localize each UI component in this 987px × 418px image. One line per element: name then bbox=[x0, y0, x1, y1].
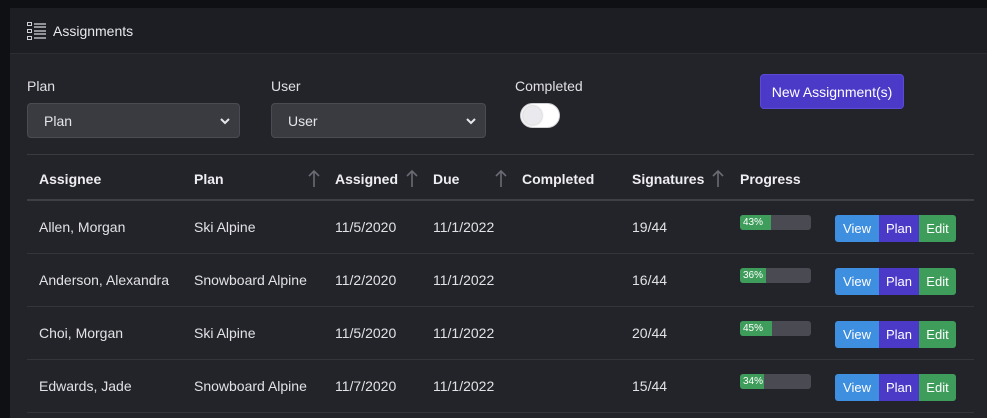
completed-filter-label: Completed bbox=[515, 78, 583, 94]
window-left-edge bbox=[0, 0, 10, 418]
assigned-date-cell: 11/5/2020 bbox=[335, 219, 397, 235]
user-filter-label: User bbox=[271, 78, 301, 94]
sort-arrow-icon[interactable] bbox=[308, 169, 320, 189]
column-header-signatures[interactable]: Signatures bbox=[632, 171, 704, 187]
progress-fill: 34% bbox=[740, 374, 765, 389]
view-button[interactable]: View bbox=[835, 268, 879, 295]
column-header-completed[interactable]: Completed bbox=[522, 171, 594, 187]
due-date-cell: 11/1/2022 bbox=[433, 378, 495, 394]
assignee-cell: Anderson, Alexandra bbox=[39, 272, 169, 288]
view-button[interactable]: View bbox=[835, 374, 879, 401]
plan-filter-label: Plan bbox=[27, 78, 56, 94]
due-date-cell: 11/1/2022 bbox=[433, 325, 495, 341]
due-date-cell: 11/1/2022 bbox=[433, 219, 495, 235]
progress-bar: 45% bbox=[740, 321, 811, 336]
edit-button[interactable]: Edit bbox=[919, 215, 956, 242]
completed-toggle[interactable] bbox=[520, 103, 560, 128]
sort-arrow-icon[interactable] bbox=[712, 169, 724, 189]
chevron-down-icon bbox=[220, 118, 230, 125]
plan-select[interactable]: Plan bbox=[27, 103, 240, 138]
user-select-value: User bbox=[288, 112, 318, 129]
progress-bar: 34% bbox=[740, 374, 811, 389]
plan-cell: Snowboard Alpine bbox=[194, 378, 307, 394]
assignments-card: Assignments Plan Plan User User Complete… bbox=[10, 8, 987, 418]
column-header-assigned[interactable]: Assigned bbox=[335, 171, 398, 187]
sort-arrow-icon[interactable] bbox=[406, 169, 418, 189]
progress-fill: 43% bbox=[740, 215, 771, 230]
assignments-table: Assignee Plan Assigned Due Completed Sig… bbox=[27, 154, 974, 413]
chevron-down-icon bbox=[466, 118, 476, 125]
edit-button[interactable]: Edit bbox=[919, 374, 956, 401]
assigned-date-cell: 11/2/2020 bbox=[335, 272, 397, 288]
table-row: Anderson, Alexandra Snowboard Alpine 11/… bbox=[27, 254, 974, 307]
plan-cell: Snowboard Alpine bbox=[194, 272, 307, 288]
signatures-cell: 20/44 bbox=[632, 325, 668, 341]
progress-fill: 45% bbox=[740, 321, 772, 336]
progress-fill: 36% bbox=[740, 268, 766, 283]
row-actions: View Plan Edit bbox=[835, 374, 956, 401]
table-row: Edwards, Jade Snowboard Alpine 11/7/2020… bbox=[27, 360, 974, 413]
column-header-progress: Progress bbox=[740, 171, 801, 187]
assigned-date-cell: 11/5/2020 bbox=[335, 325, 397, 341]
column-header-plan[interactable]: Plan bbox=[194, 171, 224, 187]
page-title: Assignments bbox=[53, 22, 134, 39]
plan-button[interactable]: Plan bbox=[879, 268, 919, 295]
assigned-date-cell: 11/7/2020 bbox=[335, 378, 397, 394]
view-button[interactable]: View bbox=[835, 321, 879, 348]
table-row: Choi, Morgan Ski Alpine 11/5/2020 11/1/2… bbox=[27, 307, 974, 360]
assignee-cell: Edwards, Jade bbox=[39, 378, 132, 394]
new-assignment-button[interactable]: New Assignment(s) bbox=[760, 74, 904, 109]
plan-button[interactable]: Plan bbox=[879, 374, 919, 401]
signatures-cell: 16/44 bbox=[632, 272, 668, 288]
plan-button[interactable]: Plan bbox=[879, 321, 919, 348]
plan-select-value: Plan bbox=[44, 112, 73, 129]
window-top-edge bbox=[0, 0, 987, 8]
column-header-due[interactable]: Due bbox=[433, 171, 459, 187]
plan-cell: Ski Alpine bbox=[194, 219, 256, 235]
due-date-cell: 11/1/2022 bbox=[433, 272, 495, 288]
edit-button[interactable]: Edit bbox=[919, 321, 956, 348]
card-header: Assignments bbox=[10, 8, 987, 54]
row-actions: View Plan Edit bbox=[835, 215, 956, 242]
edit-button[interactable]: Edit bbox=[919, 268, 956, 295]
view-button[interactable]: View bbox=[835, 215, 879, 242]
plan-button[interactable]: Plan bbox=[879, 215, 919, 242]
list-icon bbox=[27, 21, 46, 40]
assignee-cell: Allen, Morgan bbox=[39, 219, 126, 235]
progress-bar: 36% bbox=[740, 268, 811, 283]
toggle-knob bbox=[523, 106, 542, 125]
row-actions: View Plan Edit bbox=[835, 321, 956, 348]
column-header-assignee[interactable]: Assignee bbox=[39, 171, 101, 187]
user-select[interactable]: User bbox=[271, 103, 486, 138]
progress-bar: 43% bbox=[740, 215, 811, 230]
table-row: Allen, Morgan Ski Alpine 11/5/2020 11/1/… bbox=[27, 201, 974, 254]
table-header: Assignee Plan Assigned Due Completed Sig… bbox=[27, 154, 974, 201]
assignee-cell: Choi, Morgan bbox=[39, 325, 124, 341]
plan-cell: Ski Alpine bbox=[194, 325, 256, 341]
signatures-cell: 19/44 bbox=[632, 219, 668, 235]
sort-arrow-icon[interactable] bbox=[495, 169, 507, 189]
row-actions: View Plan Edit bbox=[835, 268, 956, 295]
signatures-cell: 15/44 bbox=[632, 378, 668, 394]
